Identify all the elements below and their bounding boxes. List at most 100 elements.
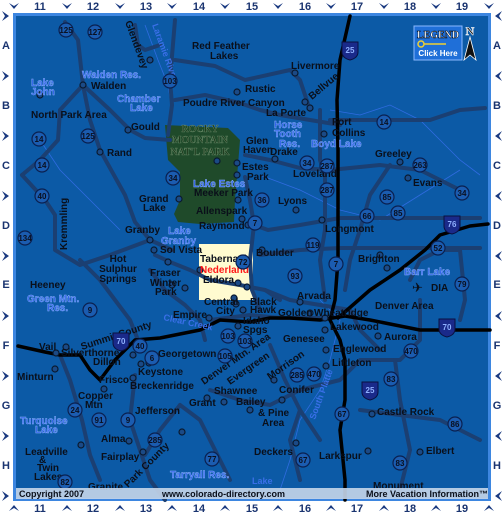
town-label[interactable]: Sol Vista: [160, 245, 202, 256]
town-label[interactable]: Brighton: [358, 254, 400, 265]
highway-number: 103: [221, 332, 235, 341]
town-label[interactable]: Area: [262, 418, 285, 429]
highway-number: 127: [88, 28, 102, 37]
town-label[interactable]: Alma: [101, 434, 126, 445]
town-label[interactable]: Empire: [173, 310, 207, 321]
town-label[interactable]: Park: [155, 287, 177, 298]
town-label[interactable]: Gould: [131, 122, 160, 133]
town-label[interactable]: Georgetown: [158, 349, 216, 360]
copyright-text: Copyright 2007: [19, 489, 84, 499]
highway-shield: 263: [412, 157, 428, 173]
chevron-right-icon: [2, 371, 9, 381]
town-label[interactable]: Breckenridge: [130, 381, 194, 392]
town-label[interactable]: Longmont: [325, 224, 375, 235]
town-label[interactable]: Fort: [332, 117, 352, 128]
legend-button[interactable]: LEGEND Click Here: [413, 25, 463, 61]
town-label[interactable]: DIA: [431, 283, 448, 294]
more-info-link[interactable]: More Vacation Information™: [366, 489, 488, 499]
town-label[interactable]: Haven: [243, 145, 273, 156]
town-marker-icon: [220, 398, 228, 406]
town-label[interactable]: Heeney: [30, 280, 66, 291]
highway-shield: 9: [82, 302, 98, 318]
town-label[interactable]: Meeker Park: [194, 188, 253, 199]
grid-row-label: C: [2, 160, 10, 172]
town-label[interactable]: Lake: [143, 203, 166, 214]
town-label[interactable]: La Porte: [266, 108, 306, 119]
town-label[interactable]: Aurora: [384, 332, 417, 343]
town-label[interactable]: Englewood: [333, 344, 386, 355]
town-label[interactable]: Park: [247, 172, 269, 183]
highway-shield: 34: [454, 185, 470, 201]
town-marker-icon: [243, 283, 251, 291]
chevron-down-icon: [431, 3, 441, 9]
chevron-right-icon: [2, 11, 9, 21]
town-label[interactable]: Eldora: [203, 275, 235, 286]
website-link[interactable]: www.colorado-directory.com: [161, 489, 285, 499]
chevron-down-icon: [326, 3, 336, 9]
town-label[interactable]: Walden: [91, 81, 126, 92]
chevron-left-icon: [495, 251, 502, 261]
town-label[interactable]: Fairplay: [101, 452, 140, 463]
grid-col-label: 13: [140, 1, 152, 13]
town-label[interactable]: Genesee: [283, 334, 325, 345]
chevron-up-icon: [220, 505, 230, 511]
town-marker-icon: [322, 362, 330, 370]
town-label[interactable]: Greeley: [375, 149, 412, 160]
town-label[interactable]: Conifer: [279, 385, 314, 396]
town-label[interactable]: Wheatridge: [314, 308, 369, 319]
town-label[interactable]: Collins: [332, 128, 366, 139]
town-label[interactable]: Boulder: [256, 248, 294, 259]
town-label[interactable]: Larkspur: [319, 451, 362, 462]
town-label[interactable]: Livermore: [291, 61, 340, 72]
town-label[interactable]: Hawk: [250, 305, 277, 316]
colorado-map[interactable]: 11 12 13 14 15 16 17 18 19 11 12 13 14 1…: [0, 0, 504, 514]
town-label[interactable]: Elbert: [426, 446, 455, 457]
town-label[interactable]: Keystone: [138, 367, 183, 378]
town-label[interactable]: Rustic: [245, 84, 276, 95]
town-label[interactable]: Leadville: [25, 447, 68, 458]
highway-number: 9: [88, 306, 93, 315]
highway-shield: 40: [34, 188, 50, 204]
highway-shield: 285: [147, 432, 163, 448]
town-label[interactable]: Grant: [189, 398, 216, 409]
highway-number: 285: [290, 371, 304, 380]
town-marker-icon: [383, 264, 391, 272]
highway-number: 83: [387, 375, 396, 384]
town-label[interactable]: Jefferson: [135, 406, 180, 417]
chevron-up-icon: [484, 505, 494, 511]
town-label[interactable]: Springs: [99, 274, 137, 285]
town-label[interactable]: Granby: [125, 225, 160, 236]
town-label[interactable]: Kremmling: [59, 198, 70, 250]
town-label[interactable]: Rand: [107, 148, 132, 159]
town-label[interactable]: Allenspark: [196, 206, 248, 217]
town-label[interactable]: Minturn: [17, 372, 54, 383]
highway-shield: 34: [299, 155, 315, 171]
town-label[interactable]: Littleton: [332, 358, 371, 369]
town-label[interactable]: Castle Rock: [377, 407, 435, 418]
town-label[interactable]: City: [216, 306, 235, 317]
town-label[interactable]: North Park Area: [31, 110, 107, 121]
town-label[interactable]: Golden: [278, 308, 312, 319]
town-marker-icon: [321, 326, 329, 334]
town-marker-icon: [175, 195, 183, 203]
highway-shield: 287: [319, 182, 335, 198]
town-label[interactable]: Bailey: [236, 397, 266, 408]
town-marker-icon: [416, 448, 424, 456]
town-label[interactable]: Shawnee: [214, 386, 258, 397]
town-label[interactable]: Lyons: [278, 196, 308, 207]
town-label[interactable]: Denver Area: [375, 301, 434, 312]
town-label[interactable]: Lakewood: [330, 322, 379, 333]
town-label[interactable]: Dillon: [93, 357, 121, 368]
town-label[interactable]: Arvada: [297, 291, 331, 302]
town-label[interactable]: Vail: [39, 342, 56, 353]
town-label[interactable]: Raymond: [199, 221, 245, 232]
town-label[interactable]: Drake: [270, 147, 298, 158]
barr-lake-label: Barr Lake: [404, 267, 451, 278]
town-label[interactable]: Mtn: [85, 400, 103, 411]
town-label[interactable]: Deckers: [254, 447, 293, 458]
town-label[interactable]: Lakes: [210, 51, 239, 62]
town-label[interactable]: Evans: [413, 178, 443, 189]
chevron-down-icon: [273, 3, 283, 9]
highway-shield: 103: [162, 73, 178, 89]
town-label[interactable]: Frisco: [99, 375, 129, 386]
